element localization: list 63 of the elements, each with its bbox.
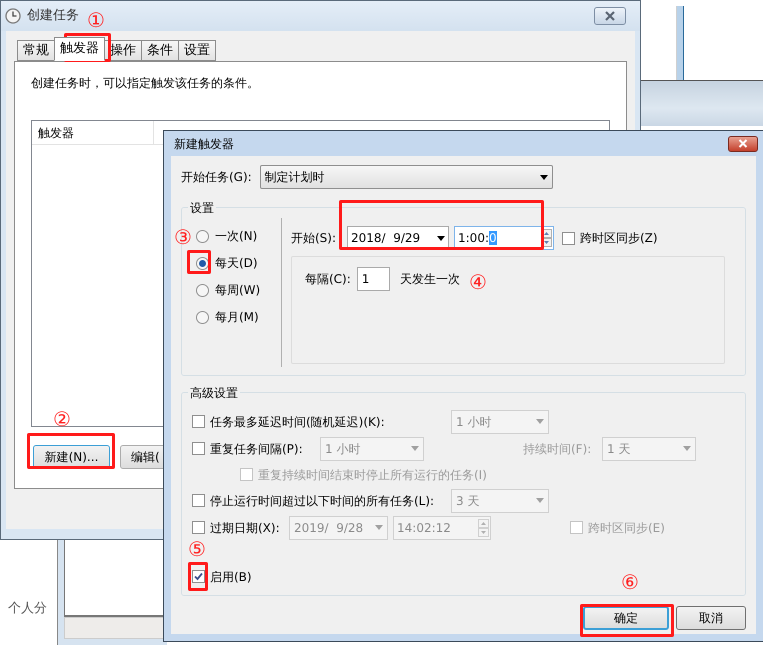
option-label: 一次(N) — [215, 228, 258, 245]
close-button[interactable] — [728, 136, 758, 152]
option-label: 跨时区同步(E) — [588, 520, 665, 536]
checkbox[interactable] — [192, 442, 205, 455]
checkbox[interactable] — [192, 570, 205, 583]
option-label: 跨时区同步(Z) — [580, 230, 658, 247]
checkbox[interactable] — [192, 521, 205, 534]
caret-icon — [536, 419, 544, 424]
checkmark-icon — [194, 572, 203, 581]
option-label: 重复任务间隔(P): — [210, 440, 303, 458]
option-label: 重复持续时间结束时停止所有运行的任务(I) — [258, 466, 487, 484]
dropdown[interactable]: 制定计划时 — [260, 165, 553, 189]
tab[interactable]: 常规 — [17, 40, 55, 61]
dialog-button[interactable]: 取消 — [676, 606, 746, 630]
option-label: 过期日期(X): — [210, 520, 280, 536]
radio-button[interactable] — [196, 310, 209, 324]
caret-icon — [375, 525, 383, 530]
checkbox[interactable] — [192, 415, 205, 428]
radio-button[interactable] — [196, 230, 209, 242]
option-label: 停止运行时间超过以下时间的所有任务(L): — [210, 492, 434, 510]
column-header: 触发器 — [32, 121, 154, 144]
duration-label: 持续时间(F): — [523, 440, 592, 458]
radio-button[interactable] — [196, 284, 209, 296]
step-number: ③ — [174, 227, 192, 247]
close-button[interactable] — [594, 7, 626, 25]
step-number: ① — [87, 10, 105, 30]
option-label: 启用(B) — [210, 568, 252, 586]
caret-icon — [411, 446, 419, 451]
time-text: 1:00:0 — [458, 230, 497, 247]
recur-text: 天发生一次 — [400, 271, 460, 288]
caret-icon — [536, 498, 544, 503]
step-number: ⑥ — [621, 572, 639, 592]
clock-icon — [5, 8, 21, 24]
recur-field[interactable]: 1 — [356, 267, 390, 291]
step-number: ④ — [469, 272, 487, 292]
caret-icon — [437, 236, 445, 240]
caret-icon — [683, 446, 691, 451]
dialog-title: 新建触发器 — [174, 136, 234, 152]
description-text: 创建任务时，可以指定触发该任务的条件。 — [31, 75, 259, 92]
option-label: 任务最多延迟时间(随机延迟)(K): — [210, 414, 385, 430]
start-task-label: 开始任务(G): — [181, 169, 252, 186]
radio-button[interactable] — [196, 256, 209, 270]
tab[interactable]: 条件 — [141, 40, 179, 61]
highlight-frame — [187, 250, 211, 274]
checkbox[interactable] — [562, 232, 575, 244]
tab[interactable]: 设置 — [178, 40, 216, 61]
option-label: 每月(M) — [215, 309, 259, 326]
option-label: 每周(W) — [215, 282, 260, 299]
window-title: 创建任务 — [27, 7, 79, 26]
option-label: 每天(D) — [215, 255, 258, 272]
checkbox[interactable] — [192, 494, 205, 507]
step-number: ② — [53, 409, 71, 429]
close-icon — [604, 11, 616, 21]
tab[interactable]: 触发器 — [54, 37, 105, 61]
caret-icon — [540, 174, 548, 180]
spinner-icon[interactable] — [541, 229, 552, 247]
start-label: 开始(S): — [291, 230, 338, 247]
highlight-frame — [188, 562, 208, 591]
sidebar-text: 个人分 — [8, 600, 47, 618]
step-number: ⑤ — [188, 539, 206, 559]
dialog-button[interactable]: 确定 — [583, 606, 669, 630]
recur-label: 每隔(C): — [305, 271, 351, 288]
close-icon — [738, 139, 748, 148]
